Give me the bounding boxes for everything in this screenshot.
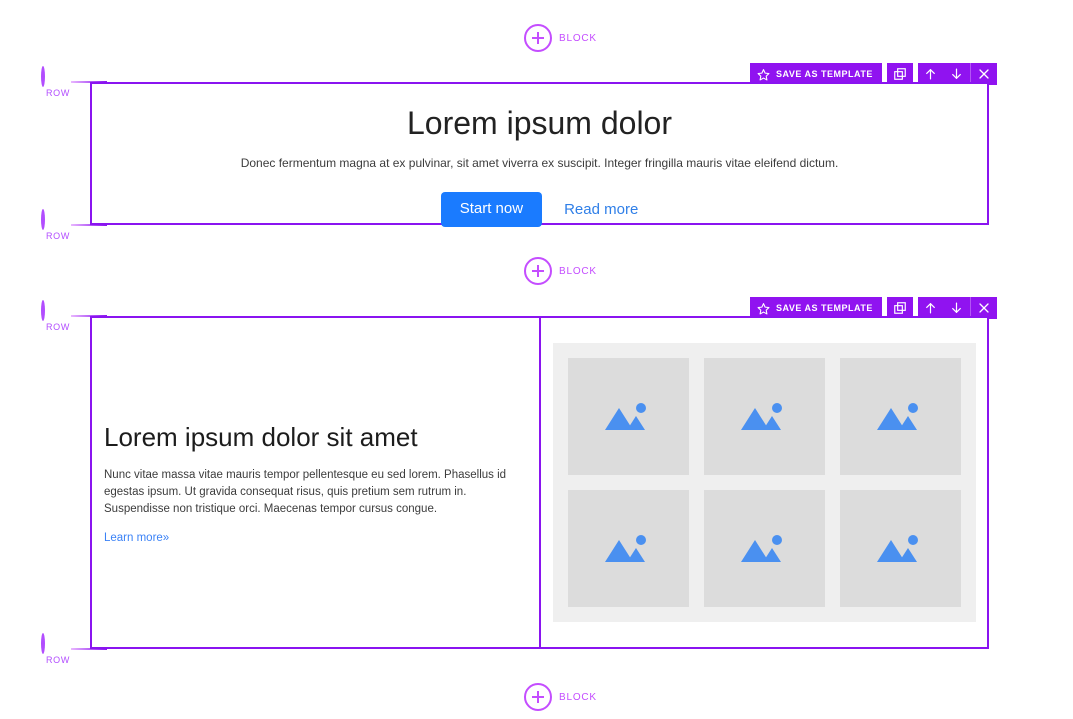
add-row-label: ROW — [45, 655, 71, 665]
feature-body: Nunc vitae massa vitae mauris tempor pel… — [104, 469, 507, 515]
close-icon — [979, 303, 989, 313]
add-row-button-below-row-1[interactable]: ROW — [41, 209, 107, 241]
image-placeholder[interactable] — [840, 358, 961, 475]
hero-block: Lorem ipsum dolor Donec fermentum magna … — [92, 104, 987, 227]
image-placeholder-icon — [604, 402, 646, 430]
plus-icon — [41, 209, 45, 230]
plus-icon — [524, 24, 552, 52]
duplicate-icon — [894, 68, 906, 80]
plus-icon — [41, 66, 45, 87]
column-divider — [539, 318, 541, 647]
hero-actions: Start now Read more — [92, 192, 987, 227]
page-builder-canvas: BLOCK SAVE AS TEMPLATE ROW ROW Lorem ips… — [0, 0, 1073, 719]
hero-subtitle: Donec fermentum magna at ex pulvinar, si… — [240, 156, 839, 171]
row-hero[interactable]: Lorem ipsum dolor Donec fermentum magna … — [90, 82, 989, 227]
column-text[interactable]: Lorem ipsum dolor sit amet Nunc vitae ma… — [92, 318, 541, 647]
arrow-down-icon — [952, 68, 962, 79]
add-block-label: BLOCK — [559, 691, 597, 703]
duplicate-icon — [894, 302, 906, 314]
start-now-button[interactable]: Start now — [440, 192, 543, 227]
save-as-template-label: SAVE AS TEMPLATE — [776, 303, 873, 313]
image-placeholder[interactable] — [568, 358, 689, 475]
image-placeholder-icon — [604, 534, 646, 562]
add-block-button-bottom[interactable]: BLOCK — [524, 683, 597, 711]
close-icon — [979, 69, 989, 79]
add-row-button-above-row-2[interactable]: ROW — [41, 300, 107, 332]
arrow-up-icon — [926, 303, 936, 314]
add-row-label: ROW — [45, 231, 71, 241]
learn-more-link[interactable]: Learn more» — [104, 532, 169, 544]
row-text-and-gallery[interactable]: Lorem ipsum dolor sit amet Nunc vitae ma… — [90, 316, 989, 649]
plus-icon — [524, 683, 552, 711]
read-more-link[interactable]: Read more — [564, 201, 638, 218]
image-placeholder[interactable] — [704, 358, 825, 475]
add-block-label: BLOCK — [559, 32, 597, 44]
add-row-button-above-row-1[interactable]: ROW — [41, 66, 107, 98]
plus-icon — [524, 257, 552, 285]
add-row-label: ROW — [45, 88, 71, 98]
add-block-button-middle[interactable]: BLOCK — [524, 257, 597, 285]
column-gallery[interactable] — [553, 343, 976, 622]
image-placeholder[interactable] — [568, 490, 689, 607]
add-row-label: ROW — [45, 322, 71, 332]
image-placeholder-icon — [876, 402, 918, 430]
add-block-label: BLOCK — [559, 265, 597, 277]
arrow-up-icon — [926, 69, 936, 80]
arrow-down-icon — [952, 302, 962, 313]
hero-title: Lorem ipsum dolor — [407, 105, 672, 141]
image-placeholder[interactable] — [840, 490, 961, 607]
plus-icon — [41, 300, 45, 321]
save-as-template-label: SAVE AS TEMPLATE — [776, 69, 873, 79]
star-icon — [757, 302, 770, 314]
feature-text-block: Lorem ipsum dolor sit amet Nunc vitae ma… — [104, 422, 509, 546]
add-row-button-below-row-2[interactable]: ROW — [41, 633, 107, 665]
image-placeholder-icon — [740, 534, 782, 562]
image-placeholder-icon — [876, 534, 918, 562]
feature-title: Lorem ipsum dolor sit amet — [104, 422, 418, 452]
image-placeholder[interactable] — [704, 490, 825, 607]
star-icon — [757, 68, 770, 80]
plus-icon — [41, 633, 45, 654]
add-block-button-top[interactable]: BLOCK — [524, 24, 597, 52]
image-placeholder-icon — [740, 402, 782, 430]
